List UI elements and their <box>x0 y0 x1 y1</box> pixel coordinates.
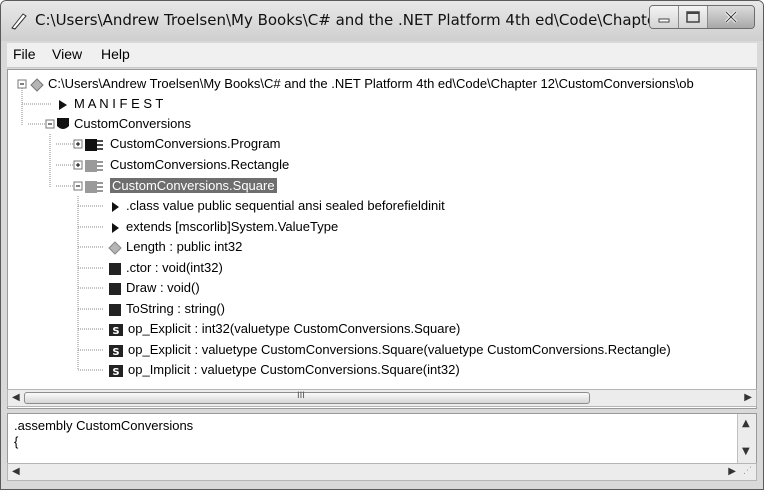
static-method-icon: S <box>109 364 123 378</box>
tree-member-row[interactable]: Sop_Implicit : valuetype CustomConversio… <box>108 360 460 380</box>
member-label: op_Implicit : valuetype CustomConversion… <box>128 362 460 377</box>
field-diamond-icon <box>108 240 122 255</box>
valuetype-class-icon <box>85 180 103 193</box>
member-label: op_Explicit : int32(valuetype CustomConv… <box>128 321 461 336</box>
tree-member-row[interactable]: Sop_Explicit : valuetype CustomConversio… <box>108 340 671 360</box>
directive-triangle-icon <box>112 201 119 212</box>
static-badge: S <box>112 326 119 337</box>
scroll-left-arrow-icon[interactable]: ◀ <box>12 466 20 477</box>
member-label: Draw : void() <box>126 280 200 295</box>
tree-member-row[interactable]: extends [mscorlib]System.ValueType <box>108 217 338 237</box>
scrollbar-grip: III <box>297 391 305 401</box>
manifest-triangle-icon <box>59 99 67 110</box>
tree-node-program-label: CustomConversions.Program <box>110 136 281 151</box>
maximize-icon <box>686 11 700 23</box>
tree-member-row[interactable]: Sop_Explicit : int32(valuetype CustomCon… <box>108 319 460 339</box>
tree-node-root[interactable]: C:\Users\Andrew Troelsen\My Books\C# and… <box>30 74 694 94</box>
tree-node-namespace[interactable]: CustomConversions <box>56 114 191 134</box>
tree-node-namespace-label: CustomConversions <box>74 116 192 131</box>
directive-triangle-icon <box>112 222 119 233</box>
static-method-icon: S <box>109 323 123 337</box>
scroll-up-arrow-icon[interactable]: ▲ <box>742 418 750 429</box>
class-icon <box>85 138 103 151</box>
menu-bar: File View Help <box>7 43 757 68</box>
il-line-2: { <box>14 434 19 449</box>
tree-member-row[interactable]: .ctor : void(int32) <box>108 258 223 278</box>
window-controls <box>649 5 755 29</box>
app-icon <box>11 13 27 30</box>
tree-node-rectangle-label: CustomConversions.Rectangle <box>110 157 290 172</box>
ildasm-window: C:\Users\Andrew Troelsen\My Books\C# and… <box>0 0 764 490</box>
namespace-shield-icon <box>57 117 69 129</box>
close-icon <box>724 10 738 24</box>
title-bar[interactable]: C:\Users\Andrew Troelsen\My Books\C# and… <box>1 1 763 41</box>
menu-view[interactable]: View <box>52 46 82 62</box>
member-label: ToString : string() <box>126 301 225 316</box>
il-horizontal-scrollbar[interactable]: ◀ ▶ ⋰ <box>7 463 757 481</box>
tree-member-row[interactable]: ToString : string() <box>108 299 225 319</box>
scroll-right-arrow-icon[interactable]: ▶ <box>728 466 736 477</box>
minimize-icon <box>658 18 670 23</box>
tree-node-manifest[interactable]: M A N I F E S T <box>56 94 163 114</box>
member-label: .class value public sequential ansi seal… <box>126 198 445 213</box>
valuetype-class-icon <box>85 159 103 172</box>
scroll-down-arrow-icon[interactable]: ▼ <box>742 446 750 457</box>
window-title: C:\Users\Andrew Troelsen\My Books\C# and… <box>35 11 682 29</box>
static-method-icon: S <box>109 344 123 358</box>
method-icon <box>109 282 121 295</box>
tree-node-root-label: C:\Users\Andrew Troelsen\My Books\C# and… <box>48 76 694 91</box>
tree-node-square-label: CustomConversions.Square <box>110 178 277 193</box>
tree-node-manifest-label: M A N I F E S T <box>74 96 164 111</box>
tree-horizontal-scrollbar[interactable]: ◀ III ▶ <box>7 389 757 407</box>
scroll-right-arrow-icon[interactable]: ▶ <box>744 392 752 403</box>
member-label: .ctor : void(int32) <box>126 260 223 275</box>
tree-member-row[interactable]: Length : public int32 <box>108 237 242 257</box>
tree-node-square[interactable]: CustomConversions.Square <box>84 176 277 196</box>
scroll-left-arrow-icon[interactable]: ◀ <box>12 392 20 403</box>
close-button[interactable] <box>708 6 754 28</box>
maximize-button[interactable] <box>679 6 708 28</box>
static-badge: S <box>112 347 119 358</box>
il-vertical-scrollbar[interactable]: ▲ ▼ <box>737 414 756 464</box>
resize-grip-icon[interactable]: ⋰ <box>743 466 752 476</box>
tree-view[interactable]: C:\Users\Andrew Troelsen\My Books\C# and… <box>7 69 757 409</box>
tree-member-row[interactable]: Draw : void() <box>108 278 200 298</box>
static-badge: S <box>112 367 119 378</box>
member-label: extends [mscorlib]System.ValueType <box>126 219 339 234</box>
menu-help[interactable]: Help <box>101 46 130 62</box>
menu-file[interactable]: File <box>13 46 36 62</box>
scrollbar-thumb[interactable]: III <box>24 391 590 404</box>
tree-node-program[interactable]: CustomConversions.Program <box>84 134 281 154</box>
tree-node-rectangle[interactable]: CustomConversions.Rectangle <box>84 155 289 175</box>
tree-member-row[interactable]: .class value public sequential ansi seal… <box>108 196 445 216</box>
il-line-1: .assembly CustomConversions <box>14 418 194 433</box>
method-icon <box>109 262 121 275</box>
il-text-panel[interactable]: .assembly CustomConversions { ▲ ▼ <box>7 413 757 465</box>
minimize-button[interactable] <box>650 6 679 28</box>
member-label: Length : public int32 <box>126 239 243 254</box>
method-icon <box>109 303 121 316</box>
member-label: op_Explicit : valuetype CustomConversion… <box>128 342 671 357</box>
assembly-diamond-icon <box>30 77 44 92</box>
